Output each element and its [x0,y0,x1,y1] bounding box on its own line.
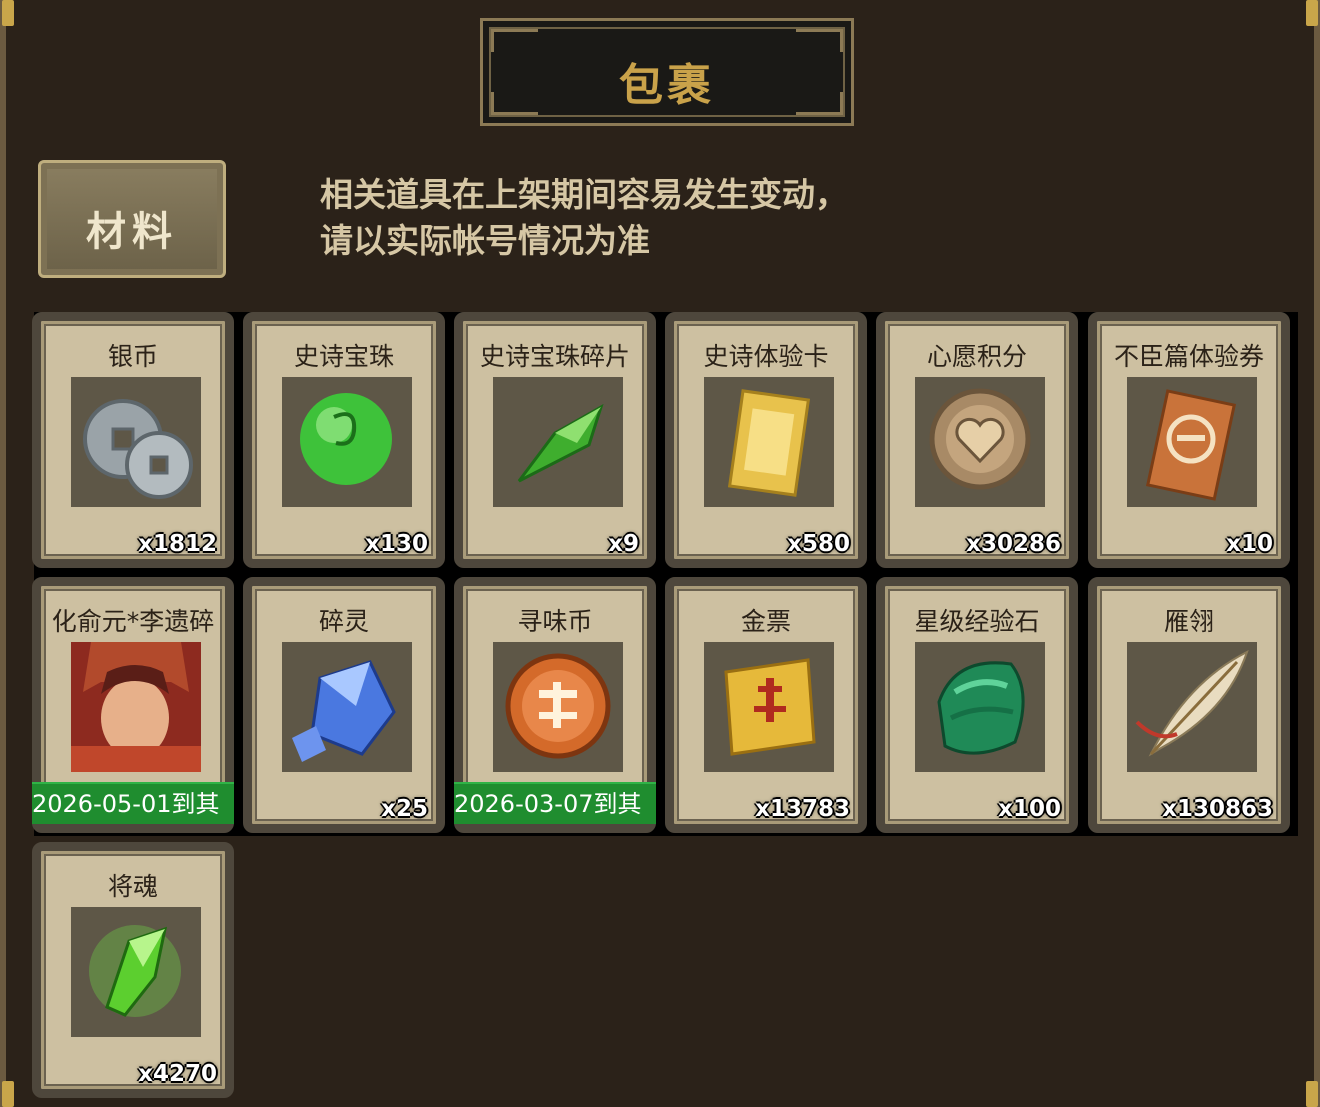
notice-text: 相关道具在上架期间容易发生变动， 请以实际帐号情况为准 [320,172,940,264]
corner-ornament [1306,1081,1318,1107]
item-cell[interactable]: 心愿积分 x30286 [876,312,1078,568]
blue-crystal-icon [282,642,412,772]
item-quantity: x1812 [138,531,217,557]
item-name: 将魂 [107,872,158,901]
item-cell[interactable]: 金票 x13783 [665,577,867,833]
item-cell[interactable]: 碎灵 x25 [243,577,445,833]
item-cell[interactable]: 银币 x1812 [32,312,234,568]
item-quantity: x4270 [138,1061,217,1087]
corner-ornament [2,1081,14,1107]
title-plate: 包裹 [480,18,854,126]
ticket-icon [1127,377,1257,507]
item-cell[interactable]: 雁翎 x130863 [1088,577,1290,833]
item-name: 雁翎 [1163,607,1214,636]
jade-stone-icon [915,642,1045,772]
item-name: 史诗宝珠碎片 [479,342,630,371]
notice-line-1: 相关道具在上架期间容易发生变动， [320,175,848,214]
gold-scroll-icon [704,642,834,772]
item-name: 不臣篇体验券 [1113,342,1264,371]
item-name: 金票 [740,607,791,636]
silver-coin-icon [71,377,201,507]
feather-icon [1127,642,1257,772]
expiry-banner: 2026-03-07到其 [454,782,656,824]
item-cell[interactable]: 史诗宝珠 x130 [243,312,445,568]
corner-ornament [1306,0,1318,26]
item-quantity: x130 [365,531,428,557]
item-cell[interactable]: 星级经验石 x100 [876,577,1078,833]
flavor-coin-icon [493,642,623,772]
item-name: 碎灵 [318,607,369,636]
item-cell[interactable]: 化俞元*李遗碎 x730 2026-05-01到其 [32,577,234,833]
item-cell[interactable]: 史诗体验卡 x580 [665,312,867,568]
item-quantity: x13783 [755,796,850,822]
item-quantity: x130863 [1162,796,1273,822]
item-name: 星级经验石 [914,607,1040,636]
green-shard-icon [493,377,623,507]
item-cell[interactable]: 史诗宝珠碎片 x9 [454,312,656,568]
item-cell[interactable]: 寻味币 x10230 2026-03-07到其 [454,577,656,833]
soul-crystal-icon [71,907,201,1037]
notice-line-2: 请以实际帐号情况为准 [320,221,650,260]
item-name: 心愿积分 [926,342,1027,371]
item-quantity: x9 [608,531,639,557]
item-name: 银币 [107,342,158,371]
item-name: 史诗宝珠 [293,342,394,371]
item-name: 史诗体验卡 [703,342,829,371]
item-quantity: x25 [381,796,428,822]
item-cell[interactable]: 将魂 x4270 [32,842,234,1098]
item-quantity: x580 [787,531,850,557]
item-name: 寻味币 [517,607,593,636]
green-orb-icon [282,377,412,507]
corner-ornament [2,0,14,26]
item-quantity: x100 [998,796,1061,822]
item-quantity: x10 [1226,531,1273,557]
expiry-banner: 2026-05-01到其 [32,782,234,824]
item-name: 化俞元*李遗碎 [51,607,215,636]
heart-coin-icon [915,377,1045,507]
tab-materials[interactable]: 材料 [38,160,226,278]
gold-card-icon [704,377,834,507]
item-quantity: x30286 [966,531,1061,557]
hero-portrait-icon [71,642,201,772]
item-cell[interactable]: 不臣篇体验券 x10 [1088,312,1290,568]
tab-label: 材料 [86,209,178,255]
page-title: 包裹 [619,60,715,111]
